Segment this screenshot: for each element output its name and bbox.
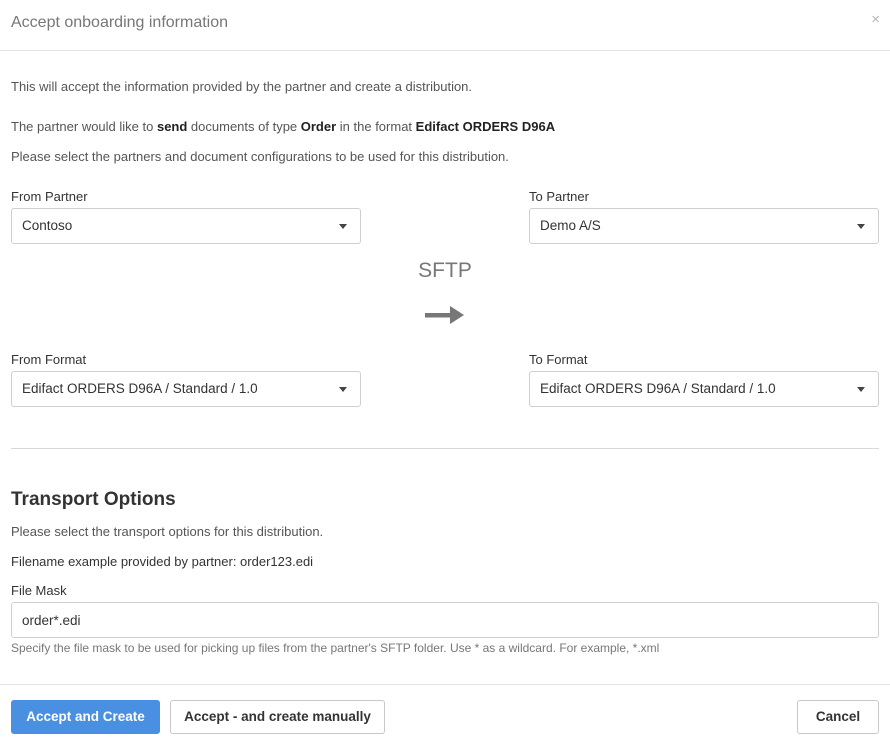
file-mask-input[interactable] [11, 602, 879, 638]
caret-down-icon [857, 224, 865, 229]
to-partner-select[interactable]: Demo A/S [529, 208, 879, 244]
from-partner-select[interactable]: Contoso [11, 208, 361, 244]
from-partner-value: Contoso [22, 218, 73, 233]
from-format-value: Edifact ORDERS D96A / Standard / 1.0 [22, 381, 258, 396]
accept-and-create-button[interactable]: Accept and Create [11, 700, 160, 734]
transport-options-title: Transport Options [11, 489, 176, 510]
from-format-select[interactable]: Edifact ORDERS D96A / Standard / 1.0 [11, 371, 361, 407]
from-partner-label: From Partner [11, 189, 88, 204]
transport-description: Please select the transport options for … [11, 524, 324, 539]
instruction-text: Please select the partners and document … [11, 149, 509, 164]
close-icon[interactable]: × [871, 11, 880, 29]
intro-text: This will accept the information provide… [11, 79, 473, 94]
to-format-value: Edifact ORDERS D96A / Standard / 1.0 [540, 381, 776, 396]
format-value: Edifact ORDERS D96A [415, 119, 556, 134]
to-partner-label: To Partner [529, 189, 589, 204]
dialog-title: Accept onboarding information [11, 14, 229, 31]
footer-divider [0, 684, 890, 685]
file-mask-label: File Mask [11, 583, 67, 598]
arrow-right-icon [425, 306, 464, 324]
action-value: send [156, 119, 188, 134]
doctype-value: Order [300, 119, 337, 134]
caret-down-icon [339, 387, 347, 392]
to-format-label: To Format [529, 352, 588, 367]
dialog-header: Accept onboarding information × [0, 0, 890, 51]
caret-down-icon [857, 387, 865, 392]
file-mask-help: Specify the file mask to be used for pic… [11, 641, 660, 655]
to-format-select[interactable]: Edifact ORDERS D96A / Standard / 1.0 [529, 371, 879, 407]
partner-request-text: The partner would like to send documents… [11, 119, 556, 134]
filename-example: Filename example provided by partner: or… [11, 554, 314, 569]
section-divider [11, 448, 879, 449]
from-format-label: From Format [11, 352, 87, 367]
accept-create-manually-button[interactable]: Accept - and create manually [170, 700, 385, 734]
protocol-label: SFTP [418, 259, 472, 282]
caret-down-icon [339, 224, 347, 229]
cancel-button[interactable]: Cancel [797, 700, 879, 734]
to-partner-value: Demo A/S [540, 218, 601, 233]
